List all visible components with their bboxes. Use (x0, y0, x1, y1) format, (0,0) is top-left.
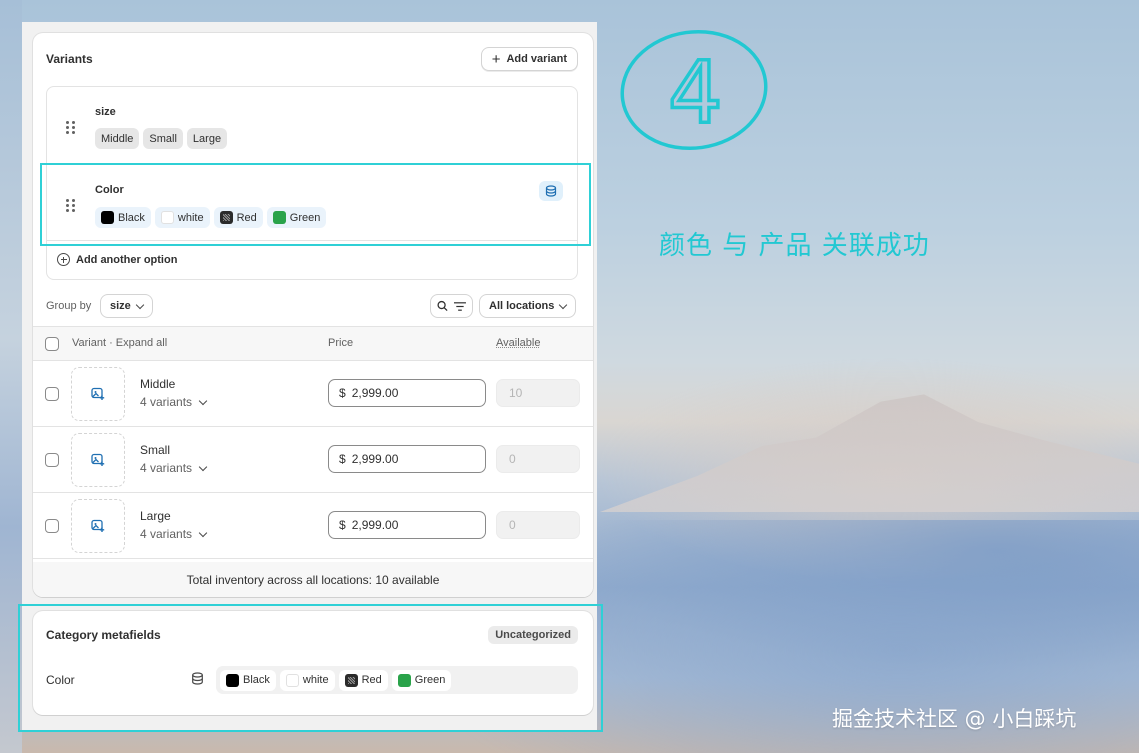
filter-icon (454, 301, 466, 311)
available-field: 0 (496, 511, 580, 539)
row-checkbox[interactable] (45, 387, 59, 401)
table-row[interactable]: Small 4 variants $2,999.00 0 (33, 427, 593, 493)
column-price: Price (328, 337, 354, 349)
variant-count: 4 variants (140, 527, 193, 541)
variant-count: 4 variants (140, 461, 193, 475)
step-number-annotation: 4 (620, 29, 768, 151)
row-checkbox[interactable] (45, 519, 59, 533)
available-field: 0 (496, 445, 580, 473)
expand-variants-toggle[interactable]: 4 variants (140, 527, 208, 541)
variant-group-name: Large (140, 509, 171, 523)
variant-count: 4 variants (140, 395, 193, 409)
currency-symbol: $ (339, 452, 346, 466)
price-value: 2,999.00 (351, 518, 399, 532)
step-number: 4 (668, 43, 723, 143)
row-checkbox[interactable] (45, 453, 59, 467)
highlight-color-option (40, 163, 591, 246)
select-all-checkbox[interactable] (45, 337, 59, 351)
add-variant-label: Add variant (506, 53, 567, 65)
option-name: size (95, 106, 116, 118)
value-chip: Large (186, 128, 228, 149)
price-input[interactable]: $2,999.00 (328, 511, 486, 539)
total-inventory: Total inventory across all locations: 10… (33, 562, 593, 597)
value-chip: Middle (95, 128, 140, 149)
available-field: 10 (496, 379, 580, 407)
group-by-value: size (110, 300, 131, 312)
chevron-down-icon (198, 462, 208, 471)
column-variant[interactable]: Variant · Expand all (72, 337, 167, 349)
column-available: Available (496, 337, 541, 349)
table-row[interactable]: Large 4 variants $2,999.00 0 (33, 493, 593, 559)
variant-group-name: Middle (140, 377, 176, 391)
plus-icon: + (491, 50, 501, 68)
chevron-down-icon (559, 300, 568, 309)
group-by-select[interactable]: size (100, 294, 153, 318)
plus-circle-icon (57, 253, 70, 266)
option-size[interactable]: size Middle Small Large (47, 87, 577, 163)
expand-variants-toggle[interactable]: 4 variants (140, 461, 208, 475)
variants-card: Variants + Add variant size Middle Small… (33, 33, 593, 597)
variant-group-name: Small (140, 443, 171, 457)
add-variant-button[interactable]: + Add variant (480, 47, 578, 71)
annotation-text: 颜色 与 产品 关联成功 (659, 231, 930, 261)
variants-title: Variants (46, 52, 93, 66)
group-by-label: Group by (46, 300, 92, 312)
currency-symbol: $ (339, 386, 346, 400)
table-row[interactable]: Middle 4 variants $2,999.00 10 (33, 361, 593, 427)
option-values: Middle Small Large (95, 128, 228, 149)
price-input[interactable]: $2,999.00 (328, 379, 486, 407)
add-another-option-button[interactable]: Add another option (57, 253, 177, 266)
chevron-down-icon (198, 528, 208, 537)
value-chip: Small (143, 128, 183, 149)
highlight-metafields (18, 604, 603, 732)
currency-symbol: $ (339, 518, 346, 532)
chevron-down-icon (135, 300, 145, 309)
locations-value: All locations (489, 300, 555, 312)
add-image-icon[interactable] (71, 367, 125, 421)
chevron-down-icon (198, 396, 208, 405)
variants-table-header: Variant · Expand all Price Available (33, 326, 593, 361)
price-value: 2,999.00 (351, 386, 399, 400)
expand-variants-toggle[interactable]: 4 variants (140, 395, 208, 409)
add-image-icon[interactable] (71, 499, 125, 553)
background-mountain (600, 394, 1139, 512)
search-filter-button[interactable] (430, 294, 473, 318)
price-input[interactable]: $2,999.00 (328, 445, 486, 473)
locations-select[interactable]: All locations (479, 294, 577, 318)
add-image-icon[interactable] (71, 433, 125, 487)
price-value: 2,999.00 (351, 452, 399, 466)
search-icon (437, 300, 448, 312)
drag-handle-icon[interactable] (66, 121, 76, 134)
add-option-label: Add another option (76, 253, 178, 266)
watermark: 掘金技术社区 @ 小白踩坑 (832, 707, 1077, 731)
